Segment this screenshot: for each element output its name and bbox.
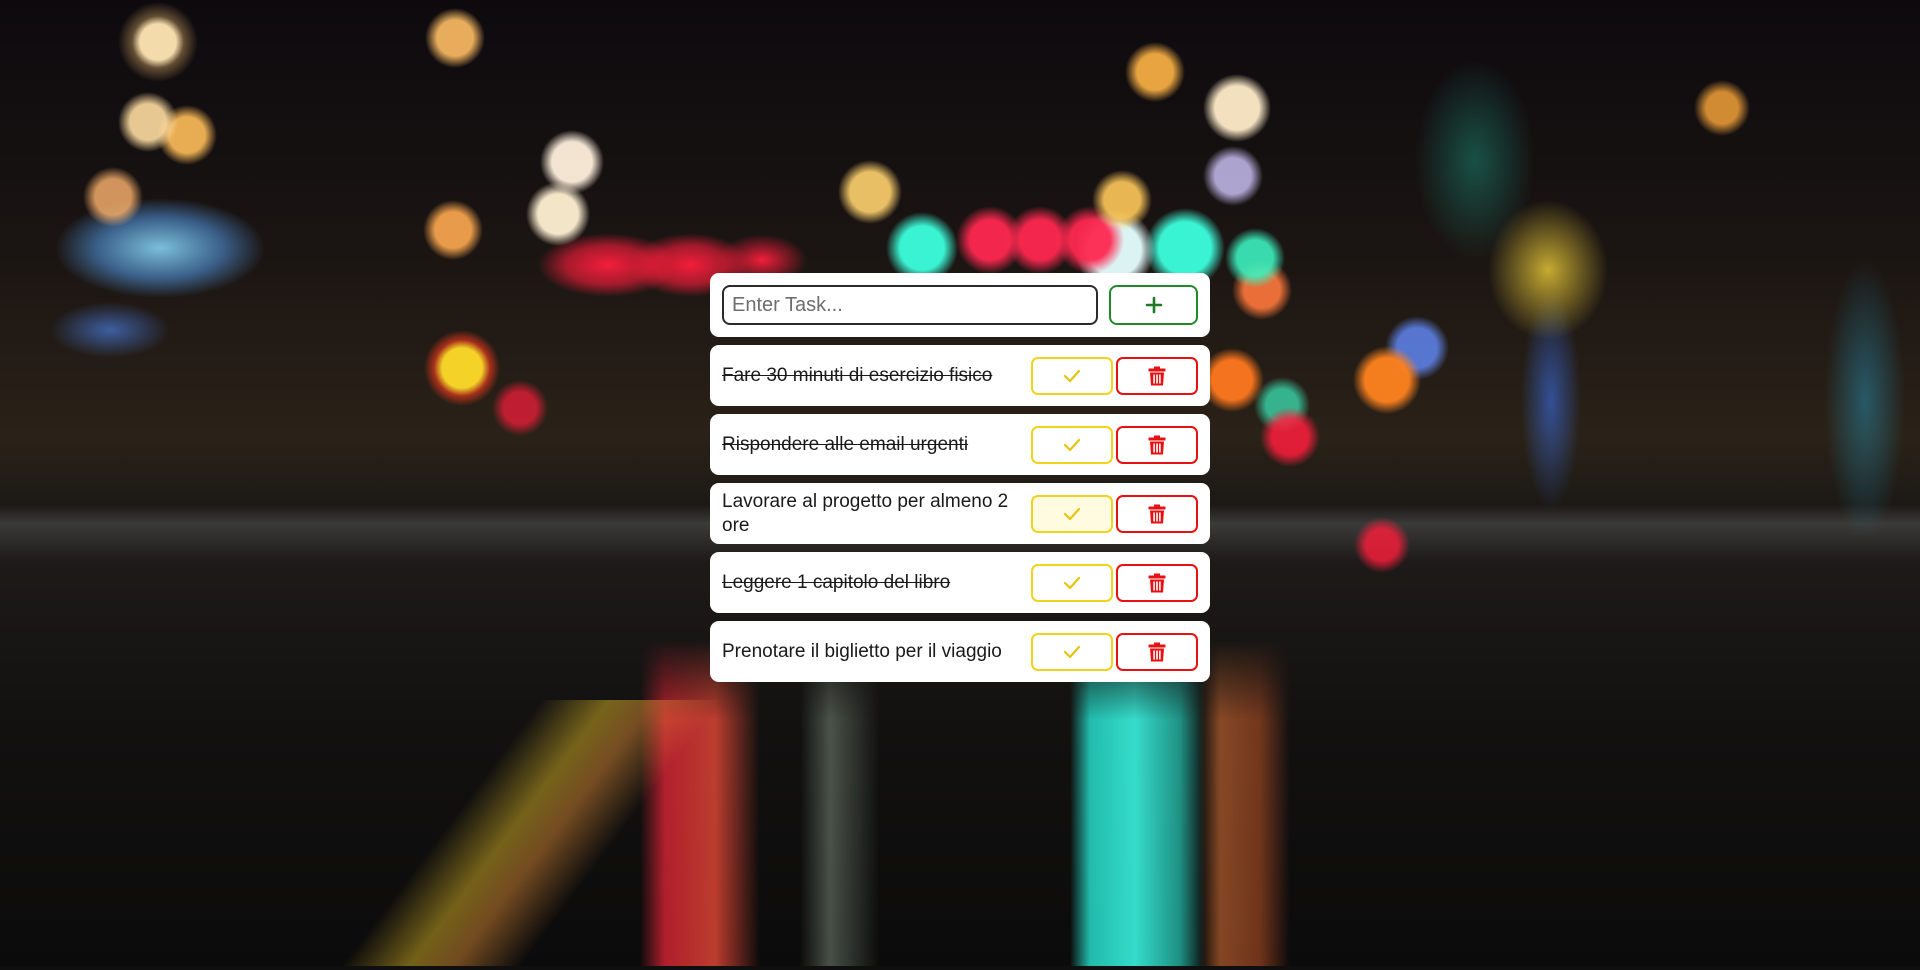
complete-task-button[interactable] (1030, 356, 1114, 395)
trash-icon (1148, 642, 1166, 661)
complete-task-button[interactable] (1030, 425, 1114, 464)
task-text: Leggere 1 capitolo del libro (722, 571, 951, 593)
check-icon (1063, 369, 1081, 382)
delete-task-button[interactable] (1116, 356, 1198, 395)
task-text: Rispondere alle email urgenti (722, 433, 969, 455)
complete-task-button[interactable] (1030, 632, 1114, 671)
check-icon (1063, 507, 1081, 520)
trash-icon (1148, 435, 1166, 454)
task-text: Lavorare al progetto per almeno 2 ore (722, 490, 1009, 536)
todo-app: Fare 30 minuti di esercizio fisico Rispo… (710, 273, 1210, 690)
task-item: Rispondere alle email urgenti (710, 414, 1210, 475)
task-item: Lavorare al progetto per almeno 2 ore (710, 483, 1210, 544)
check-icon (1063, 645, 1081, 658)
delete-task-button[interactable] (1116, 494, 1198, 533)
task-item: Prenotare il biglietto per il viaggio (710, 621, 1210, 682)
task-text: Prenotare il biglietto per il viaggio (722, 640, 1002, 662)
task-item: Leggere 1 capitolo del libro (710, 552, 1210, 613)
trash-icon (1148, 573, 1166, 592)
task-text: Fare 30 minuti di esercizio fisico (722, 364, 993, 386)
check-icon (1063, 438, 1081, 451)
add-task-button[interactable] (1109, 285, 1198, 325)
delete-task-button[interactable] (1116, 563, 1198, 602)
delete-task-button[interactable] (1116, 632, 1198, 671)
plus-icon (1145, 296, 1162, 314)
bottom-edge (0, 966, 1920, 970)
delete-task-button[interactable] (1116, 425, 1198, 464)
check-icon (1063, 576, 1081, 589)
task-item: Fare 30 minuti di esercizio fisico (710, 345, 1210, 406)
task-input[interactable] (722, 285, 1098, 325)
task-input-bar (710, 273, 1210, 337)
trash-icon (1148, 366, 1166, 385)
complete-task-button[interactable] (1030, 563, 1114, 602)
trash-icon (1148, 504, 1166, 523)
complete-task-button[interactable] (1030, 494, 1114, 533)
